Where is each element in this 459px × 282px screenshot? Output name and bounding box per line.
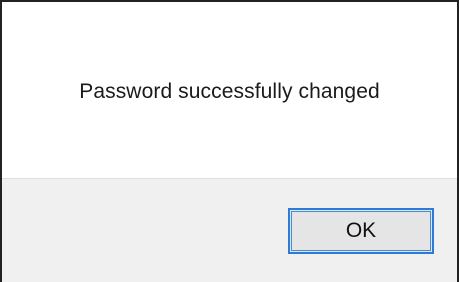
dialog-footer: OK bbox=[2, 178, 457, 282]
message-dialog: Password successfully changed OK bbox=[0, 0, 459, 282]
ok-button-label: OK bbox=[345, 219, 377, 242]
ok-button[interactable]: OK bbox=[288, 208, 434, 254]
dialog-message: Password successfully changed bbox=[79, 80, 380, 103]
dialog-content: Password successfully changed bbox=[2, 2, 457, 178]
